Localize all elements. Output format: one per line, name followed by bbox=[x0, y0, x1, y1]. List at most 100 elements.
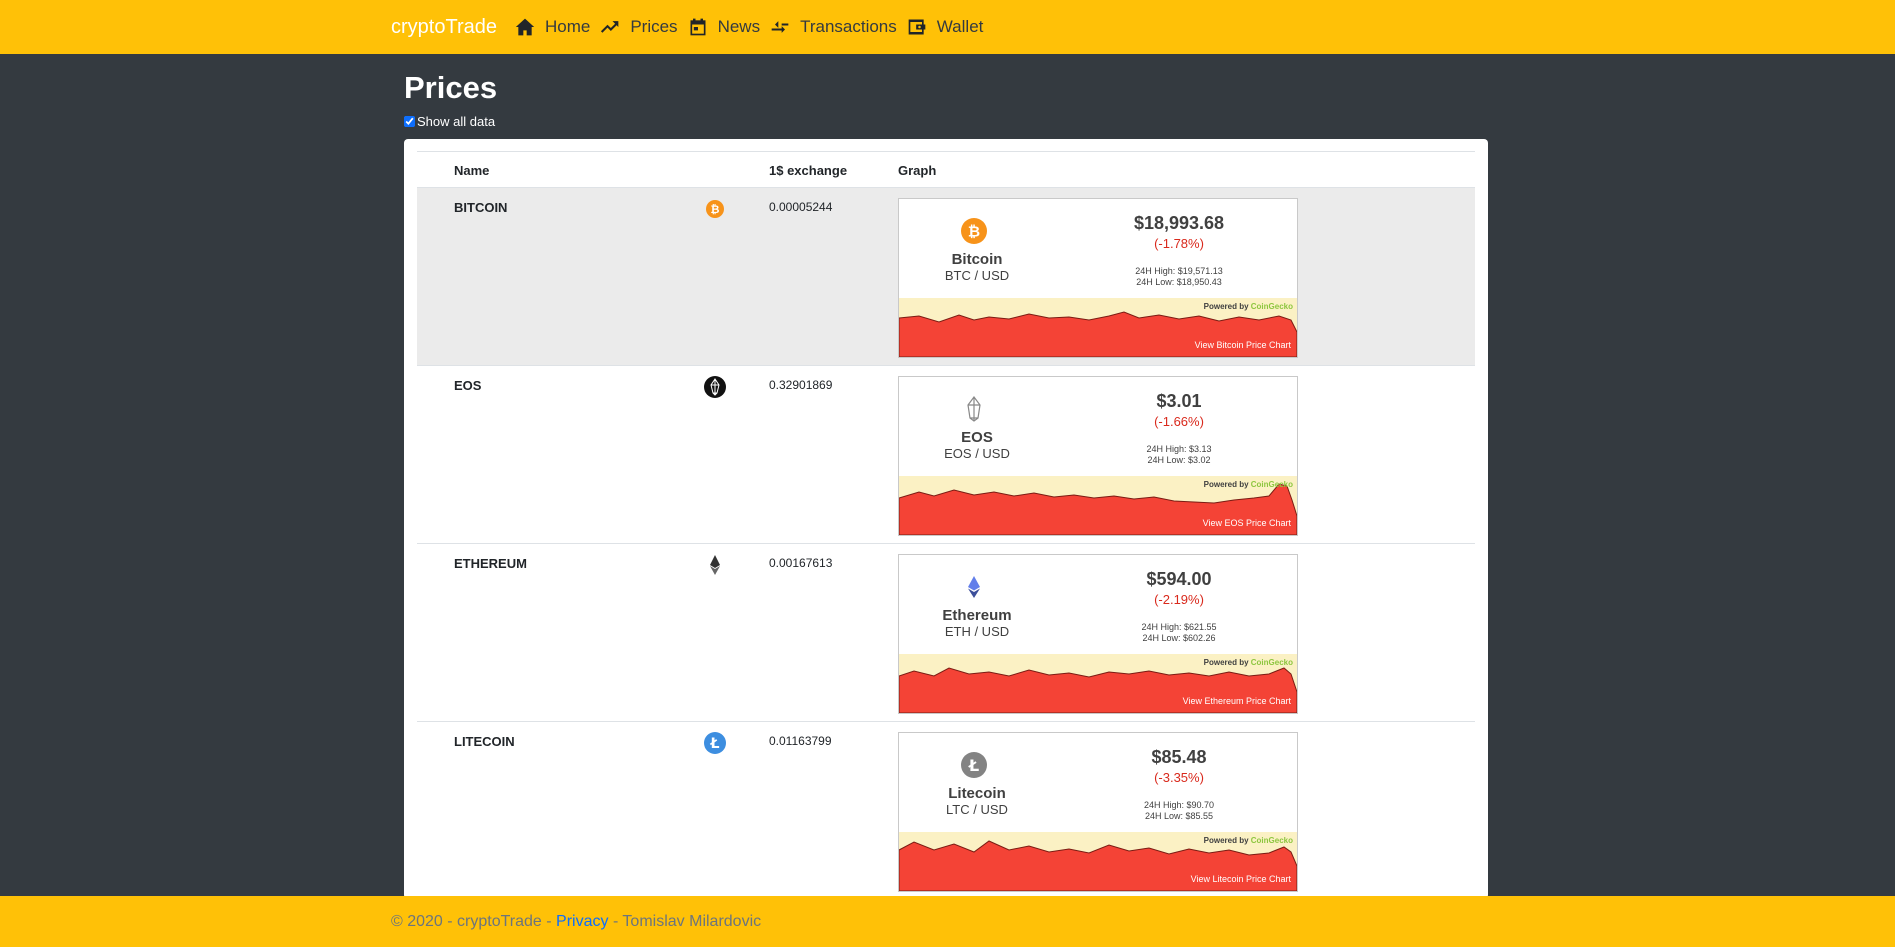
show-all-label: Show all data bbox=[417, 114, 496, 129]
widget-24h-high: 24H High: $3.13 bbox=[1146, 444, 1212, 454]
bitcoin-icon: ₿ bbox=[706, 200, 724, 218]
header-name: Name bbox=[454, 163, 490, 178]
coingecko-link[interactable]: CoinGecko bbox=[1251, 836, 1293, 845]
bitcoin-icon: ₿ bbox=[961, 218, 987, 244]
header-graph: Graph bbox=[898, 163, 937, 178]
widget-coin-name: Litecoin bbox=[948, 785, 1006, 802]
table-row[interactable]: ETHEREUM 0.00167613 Ethereum ETH / USD $… bbox=[417, 543, 1475, 722]
exchange-rate: 0.01163799 bbox=[769, 734, 832, 748]
top-navbar: cryptoTrade Home Prices News Transaction… bbox=[0, 0, 1895, 54]
coin-name: BITCOIN bbox=[454, 200, 508, 215]
exchange-rate: 0.00005244 bbox=[769, 200, 833, 214]
widget-24h-low: 24H Low: $3.02 bbox=[1147, 455, 1211, 465]
nav-transactions-label: Transactions bbox=[800, 17, 897, 36]
powered-label: Powered by bbox=[1203, 836, 1249, 845]
coin-name: EOS bbox=[454, 378, 482, 393]
show-all-toggle[interactable]: Show all data bbox=[404, 114, 495, 129]
coingecko-link[interactable]: CoinGecko bbox=[1251, 302, 1293, 311]
table-row[interactable]: BITCOIN ₿ 0.00005244 ₿ Bitcoin BTC / USD… bbox=[417, 187, 1475, 366]
powered-by: Powered by CoinGecko bbox=[1204, 302, 1293, 311]
widget-price: $3.01 bbox=[1156, 391, 1202, 411]
privacy-link[interactable]: Privacy bbox=[556, 913, 608, 930]
widget-24h-high: 24H High: $19,571.13 bbox=[1135, 266, 1223, 276]
widget-24h-high: 24H High: $90.70 bbox=[1143, 800, 1215, 810]
header-exchange: 1$ exchange bbox=[769, 163, 848, 178]
widget-price: $18,993.68 bbox=[1133, 213, 1225, 233]
trending-up-icon bbox=[601, 21, 619, 33]
powered-by: Powered by CoinGecko bbox=[1204, 658, 1293, 667]
footer-copyright: © 2020 - cryptoTrade - bbox=[391, 912, 557, 930]
svg-text:Ł: Ł bbox=[710, 736, 720, 752]
view-price-chart-link[interactable]: View Litecoin Price Chart bbox=[1191, 874, 1291, 884]
table-row[interactable]: LITECOIN Ł 0.01163799 Ł Litecoin LTC / U… bbox=[417, 721, 1475, 899]
nav-transactions[interactable]: Transactions bbox=[770, 17, 897, 37]
eos-icon bbox=[967, 396, 981, 422]
view-price-chart-link[interactable]: View Ethereum Price Chart bbox=[1183, 696, 1291, 706]
price-widget: Ethereum ETH / USD $594.00 (-2.19%) 24H … bbox=[898, 554, 1298, 714]
nav-news[interactable]: News bbox=[688, 17, 761, 37]
svg-text:Ł: Ł bbox=[968, 756, 979, 775]
brand-logo[interactable]: cryptoTrade bbox=[391, 16, 497, 39]
table-row[interactable]: EOS 0.32901869 EOS EOS / USD $3.01 (-1.6… bbox=[417, 365, 1475, 544]
widget-pair: BTC / USD bbox=[944, 268, 1010, 283]
ethereum-icon bbox=[968, 576, 980, 598]
nav-home[interactable]: Home bbox=[515, 17, 590, 37]
nav-wallet[interactable]: Wallet bbox=[907, 17, 984, 37]
exchange-icon bbox=[771, 21, 789, 33]
footer-author: - Tomislav Milardovic bbox=[608, 912, 762, 930]
footer: © 2020 - cryptoTrade - Privacy - Tomisla… bbox=[0, 896, 1895, 947]
widget-price: $594.00 bbox=[1146, 569, 1212, 589]
widget-pair: LTC / USD bbox=[946, 802, 1008, 817]
powered-label: Powered by bbox=[1203, 658, 1249, 667]
sparkline-chart[interactable]: Powered by CoinGecko View Litecoin Price… bbox=[899, 832, 1297, 891]
widget-price: $85.48 bbox=[1151, 747, 1207, 767]
powered-label: Powered by bbox=[1203, 480, 1249, 489]
litecoin-icon: Ł bbox=[704, 732, 726, 754]
widget-24h-high: 24H High: $621.55 bbox=[1141, 622, 1217, 632]
widget-change: (-2.19%) bbox=[1154, 592, 1204, 607]
coin-name: LITECOIN bbox=[454, 734, 515, 749]
view-price-chart-link[interactable]: View Bitcoin Price Chart bbox=[1195, 340, 1291, 350]
eos-icon bbox=[704, 376, 726, 398]
home-icon bbox=[515, 18, 535, 36]
ethereum-icon bbox=[710, 555, 720, 575]
table-header: Name 1$ exchange Graph bbox=[417, 151, 1475, 188]
widget-change: (-1.78%) bbox=[1154, 236, 1204, 251]
nav-prices-label: Prices bbox=[630, 17, 678, 36]
svg-text:₿: ₿ bbox=[711, 203, 720, 216]
widget-pair: EOS / USD bbox=[944, 446, 1010, 461]
show-all-checkbox[interactable] bbox=[404, 116, 415, 127]
widget-24h-low: 24H Low: $18,950.43 bbox=[1136, 277, 1222, 287]
widget-coin-name: Bitcoin bbox=[951, 251, 1003, 268]
exchange-rate: 0.32901869 bbox=[769, 378, 833, 392]
widget-pair: ETH / USD bbox=[944, 624, 1010, 639]
wallet-icon bbox=[908, 19, 926, 35]
sparkline-chart[interactable]: Powered by CoinGecko View Bitcoin Price … bbox=[899, 298, 1297, 357]
widget-change: (-3.35%) bbox=[1154, 770, 1204, 785]
exchange-rate: 0.00167613 bbox=[769, 556, 833, 570]
widget-coin-name: Ethereum bbox=[942, 607, 1012, 624]
prices-table-card: Name 1$ exchange Graph BITCOIN ₿ 0.00005… bbox=[404, 139, 1488, 899]
widget-coin-name: EOS bbox=[961, 429, 993, 446]
page-title: Prices bbox=[404, 70, 498, 105]
coingecko-link[interactable]: CoinGecko bbox=[1251, 658, 1293, 667]
nav-wallet-label: Wallet bbox=[936, 17, 984, 36]
nav-prices[interactable]: Prices bbox=[600, 17, 678, 37]
widget-24h-low: 24H Low: $602.26 bbox=[1142, 633, 1216, 643]
footer-text: © 2020 - cryptoTrade - Privacy - Tomisla… bbox=[391, 913, 761, 931]
nav-home-label: Home bbox=[544, 17, 591, 36]
nav-news-label: News bbox=[717, 17, 761, 36]
price-widget: EOS EOS / USD $3.01 (-1.66%) 24H High: $… bbox=[898, 376, 1298, 536]
price-widget: Ł Litecoin LTC / USD $85.48 (-3.35%) 24H… bbox=[898, 732, 1298, 892]
svg-text:₿: ₿ bbox=[968, 223, 980, 241]
powered-label: Powered by bbox=[1203, 302, 1249, 311]
litecoin-icon: Ł bbox=[961, 752, 987, 778]
calendar-icon bbox=[690, 18, 706, 36]
widget-24h-low: 24H Low: $85.55 bbox=[1144, 811, 1214, 821]
price-widget: ₿ Bitcoin BTC / USD $18,993.68 (-1.78%) … bbox=[898, 198, 1298, 358]
sparkline-chart[interactable]: Powered by CoinGecko View Ethereum Price… bbox=[899, 654, 1297, 713]
view-price-chart-link[interactable]: View EOS Price Chart bbox=[1203, 518, 1291, 528]
powered-by: Powered by CoinGecko bbox=[1204, 480, 1293, 489]
coingecko-link[interactable]: CoinGecko bbox=[1251, 480, 1293, 489]
sparkline-chart[interactable]: Powered by CoinGecko View EOS Price Char… bbox=[899, 476, 1297, 535]
